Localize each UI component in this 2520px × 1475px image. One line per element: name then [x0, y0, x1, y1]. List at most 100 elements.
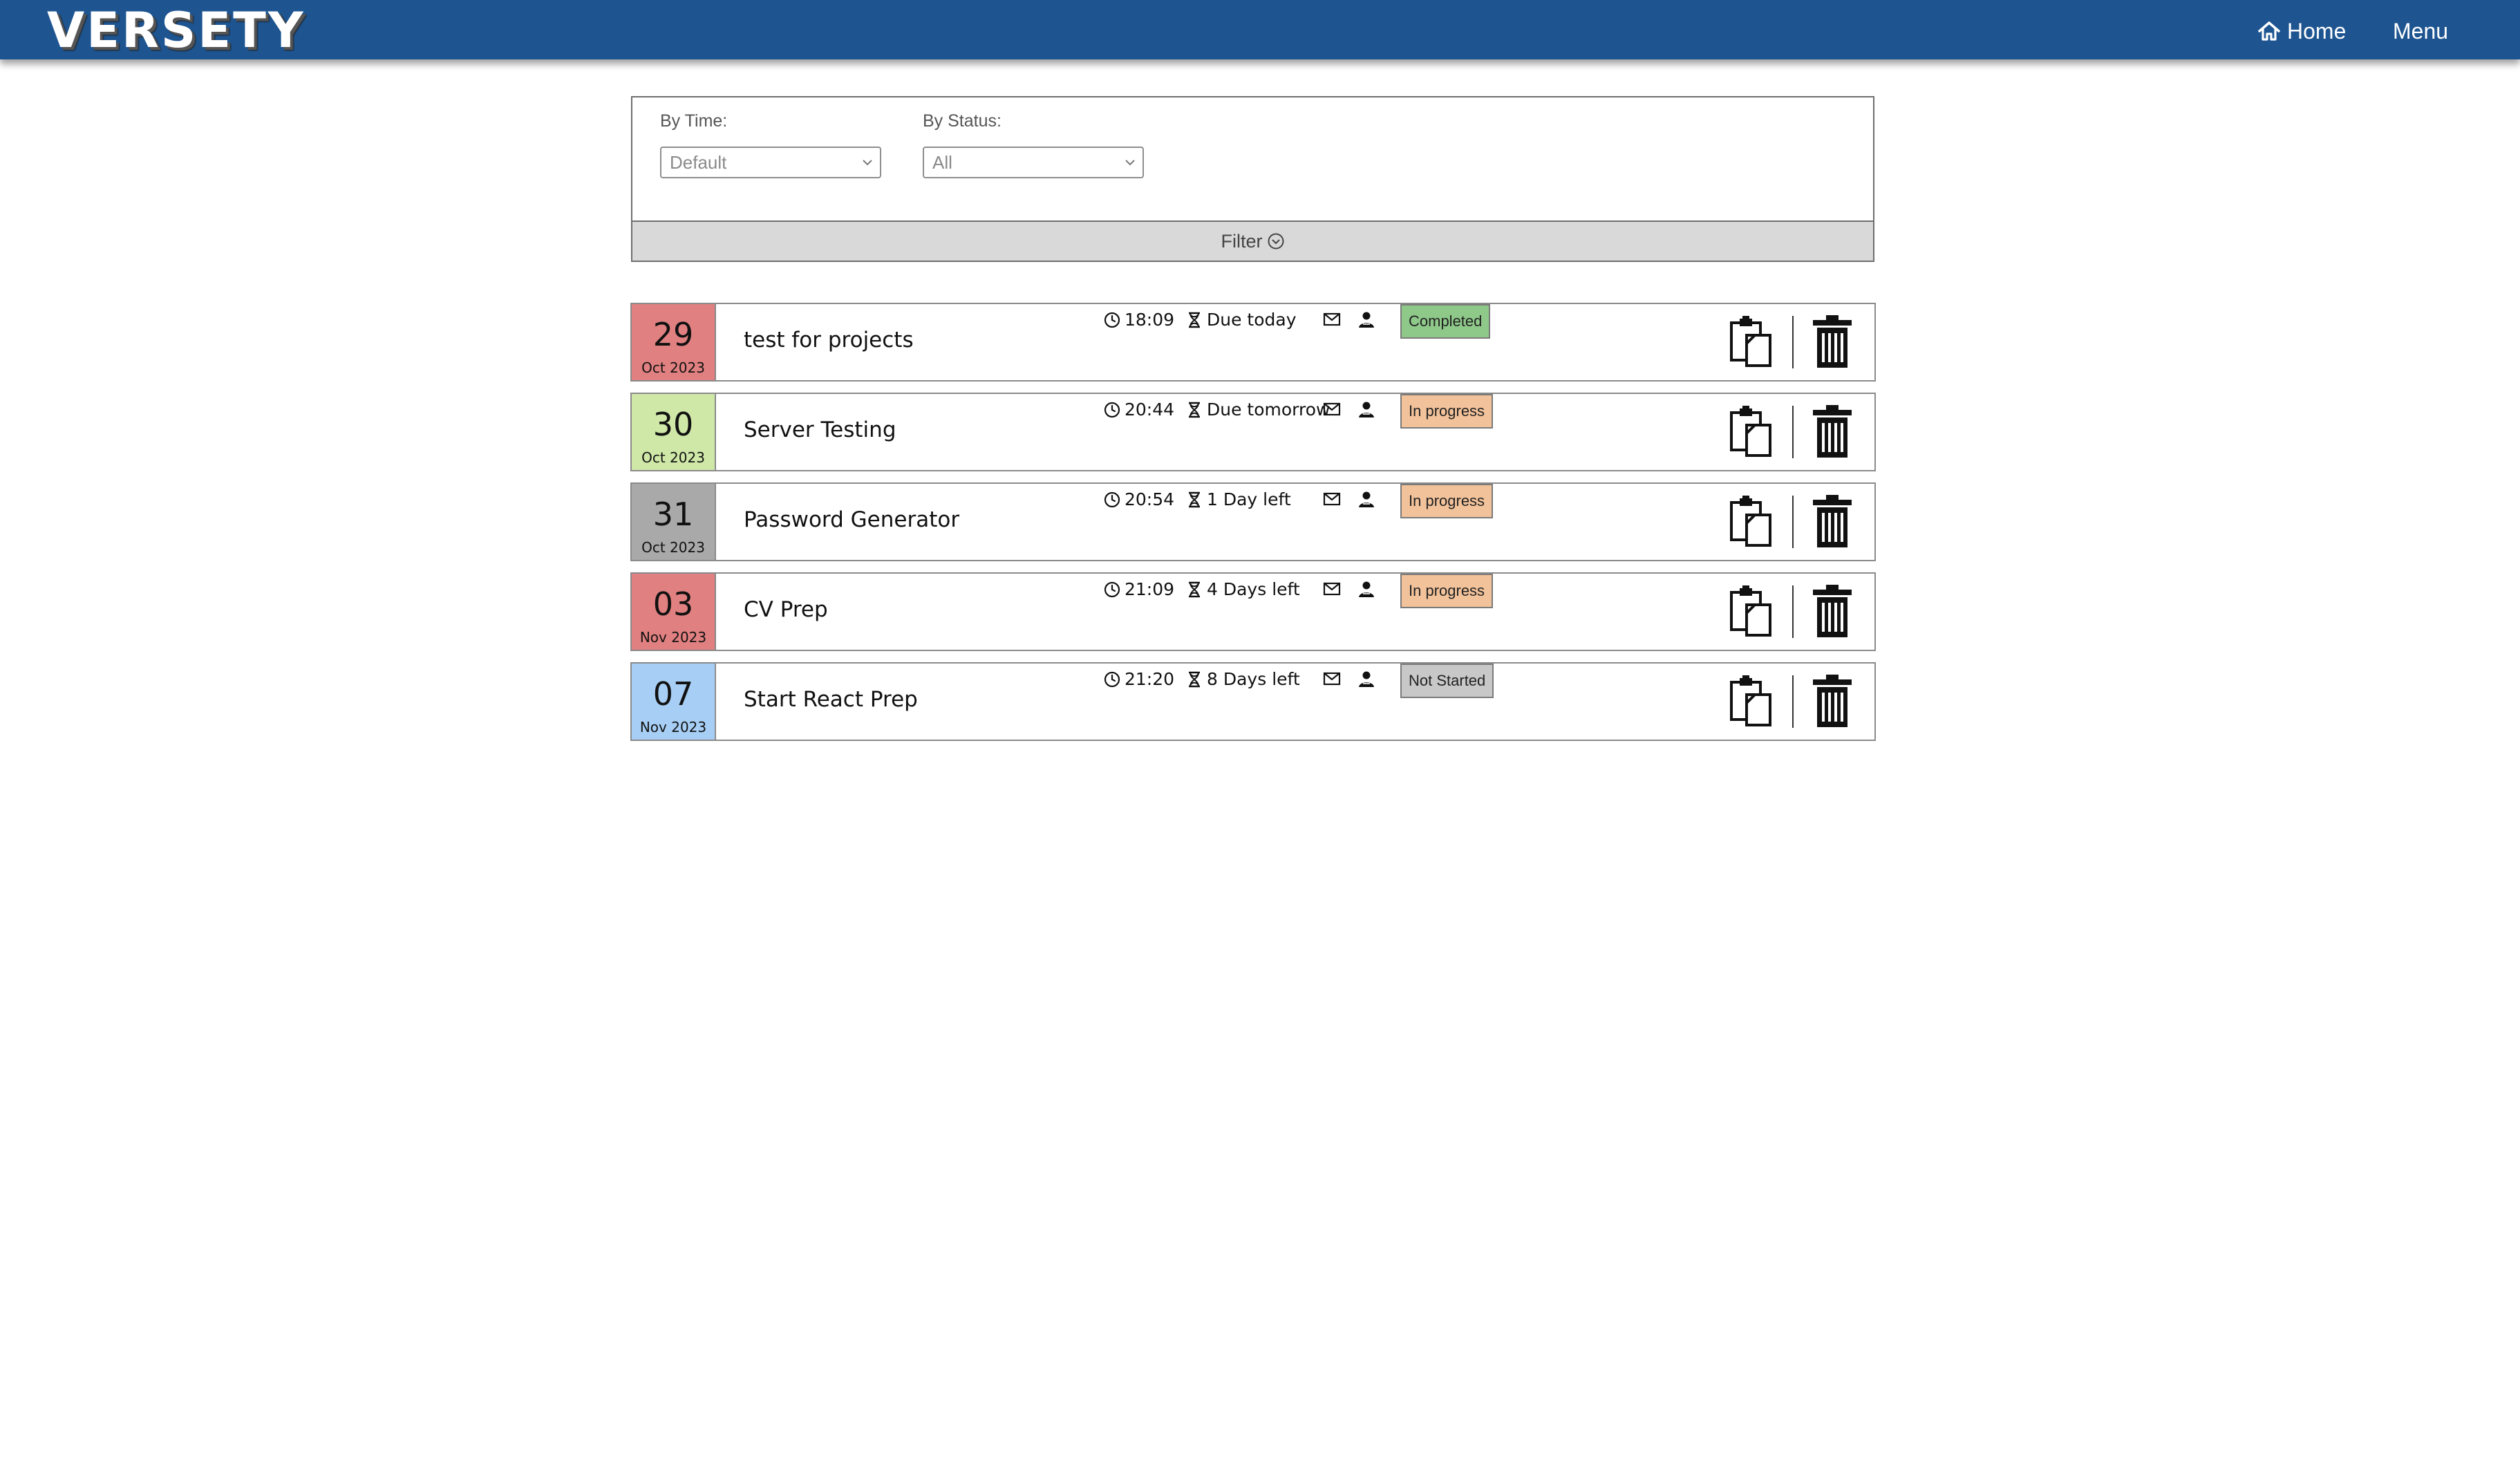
hourglass-icon: [1189, 312, 1200, 328]
action-divider: [1792, 406, 1794, 458]
filter-toggle-button[interactable]: Filter: [632, 220, 1873, 261]
task-due-value: Due tomorrow: [1207, 400, 1330, 420]
task-day: 31: [652, 496, 694, 533]
mail-icon[interactable]: [1322, 400, 1342, 419]
task-month: Oct 2023: [641, 449, 705, 466]
clock-icon: [1104, 402, 1120, 418]
task-time: 21:20: [1103, 669, 1174, 690]
task-time: 20:54: [1103, 489, 1174, 510]
task-row[interactable]: 03 Nov 2023 CV Prep 21:09 4 Days left In…: [630, 572, 1876, 651]
task-day: 30: [652, 406, 694, 443]
status-badge: In progress: [1400, 484, 1494, 518]
hourglass-icon: [1189, 671, 1200, 688]
task-due-value: 4 Days left: [1207, 579, 1300, 599]
status-badge: Not Started: [1400, 664, 1494, 698]
clock-icon: [1104, 671, 1120, 688]
task-due: 8 Days left: [1185, 669, 1300, 690]
status-badge: In progress: [1400, 394, 1494, 429]
task-time-value: 20:44: [1125, 400, 1175, 420]
assign-user-icon[interactable]: [1357, 489, 1376, 509]
copy-icon[interactable]: [1729, 406, 1774, 457]
filter-panel: By Time: Default By Status: All Filter: [631, 96, 1874, 262]
by-time-label: By Time:: [660, 111, 728, 131]
by-time-value: Default: [670, 152, 727, 173]
task-date-box: 29 Oct 2023: [632, 304, 716, 380]
task-day: 29: [652, 316, 694, 353]
trash-icon[interactable]: [1812, 495, 1853, 547]
clock-icon: [1104, 581, 1120, 598]
task-row[interactable]: 29 Oct 2023 test for projects 18:09 Due …: [630, 303, 1876, 382]
mail-icon[interactable]: [1322, 579, 1342, 599]
task-title[interactable]: Start React Prep: [744, 686, 918, 713]
hourglass-icon: [1189, 402, 1200, 418]
trash-icon[interactable]: [1812, 675, 1853, 727]
by-time-select[interactable]: Default: [660, 147, 881, 178]
task-title[interactable]: test for projects: [744, 326, 914, 354]
chevron-down-icon: [863, 160, 872, 166]
assign-user-icon[interactable]: [1357, 579, 1376, 599]
task-time-value: 21:20: [1125, 669, 1175, 689]
action-divider: [1792, 585, 1794, 638]
trash-icon[interactable]: [1812, 585, 1853, 637]
mail-icon[interactable]: [1322, 310, 1342, 329]
task-date-box: 30 Oct 2023: [632, 394, 716, 470]
task-time-value: 18:09: [1125, 310, 1175, 330]
app-logo[interactable]: VERSETY: [47, 3, 305, 58]
by-status-select[interactable]: All: [923, 147, 1144, 178]
hourglass-icon: [1189, 491, 1200, 508]
trash-icon[interactable]: [1812, 315, 1853, 368]
home-icon: [2258, 21, 2280, 41]
assign-user-icon[interactable]: [1357, 669, 1376, 688]
task-row[interactable]: 30 Oct 2023 Server Testing 20:44 Due tom…: [630, 393, 1876, 471]
task-month: Oct 2023: [641, 359, 705, 376]
copy-icon[interactable]: [1729, 496, 1774, 547]
assign-user-icon[interactable]: [1357, 400, 1376, 419]
task-title[interactable]: Server Testing: [744, 416, 896, 444]
action-divider: [1792, 675, 1794, 728]
by-status-value: All: [932, 152, 952, 173]
hourglass-icon: [1189, 581, 1200, 598]
clock-icon: [1104, 491, 1120, 508]
task-title[interactable]: Password Generator: [744, 506, 959, 534]
task-time: 18:09: [1103, 310, 1174, 330]
by-status-label: By Status:: [923, 111, 1002, 131]
task-time: 20:44: [1103, 400, 1174, 420]
task-row[interactable]: 31 Oct 2023 Password Generator 20:54 1 D…: [630, 482, 1876, 561]
task-date-box: 03 Nov 2023: [632, 574, 716, 650]
assign-user-icon[interactable]: [1357, 310, 1376, 329]
trash-icon[interactable]: [1812, 405, 1853, 458]
mail-icon[interactable]: [1322, 669, 1342, 688]
copy-icon[interactable]: [1729, 316, 1774, 367]
chevron-down-icon: [1125, 160, 1135, 166]
chevron-circle-down-icon: [1268, 233, 1283, 250]
task-due: 1 Day left: [1185, 489, 1291, 510]
filter-toggle-label: Filter: [1221, 230, 1263, 252]
task-title[interactable]: CV Prep: [744, 596, 828, 623]
mail-icon[interactable]: [1322, 489, 1342, 509]
task-due: 4 Days left: [1185, 579, 1300, 600]
status-badge: In progress: [1400, 574, 1494, 608]
task-due: Due tomorrow: [1185, 400, 1330, 420]
task-due-value: 8 Days left: [1207, 669, 1300, 689]
task-time-value: 20:54: [1125, 489, 1175, 509]
task-month: Nov 2023: [639, 629, 707, 646]
task-day: 07: [652, 675, 694, 713]
task-time: 21:09: [1103, 579, 1174, 600]
status-badge: Completed: [1400, 304, 1491, 339]
task-row[interactable]: 07 Nov 2023 Start React Prep 21:20 8 Day…: [630, 662, 1876, 741]
task-day: 03: [652, 585, 694, 623]
action-divider: [1792, 316, 1794, 368]
copy-icon[interactable]: [1729, 675, 1774, 726]
task-date-box: 07 Nov 2023: [632, 664, 716, 740]
task-date-box: 31 Oct 2023: [632, 484, 716, 560]
top-navbar: VERSETY Home Menu: [0, 0, 2520, 59]
home-link[interactable]: Home: [2257, 14, 2346, 48]
action-divider: [1792, 496, 1794, 548]
task-due: Due today: [1185, 310, 1297, 330]
task-month: Nov 2023: [639, 719, 707, 735]
copy-icon[interactable]: [1729, 585, 1774, 637]
clock-icon: [1104, 312, 1120, 328]
task-due-value: 1 Day left: [1207, 489, 1291, 509]
menu-link[interactable]: Menu: [2393, 14, 2448, 48]
task-month: Oct 2023: [641, 539, 705, 556]
